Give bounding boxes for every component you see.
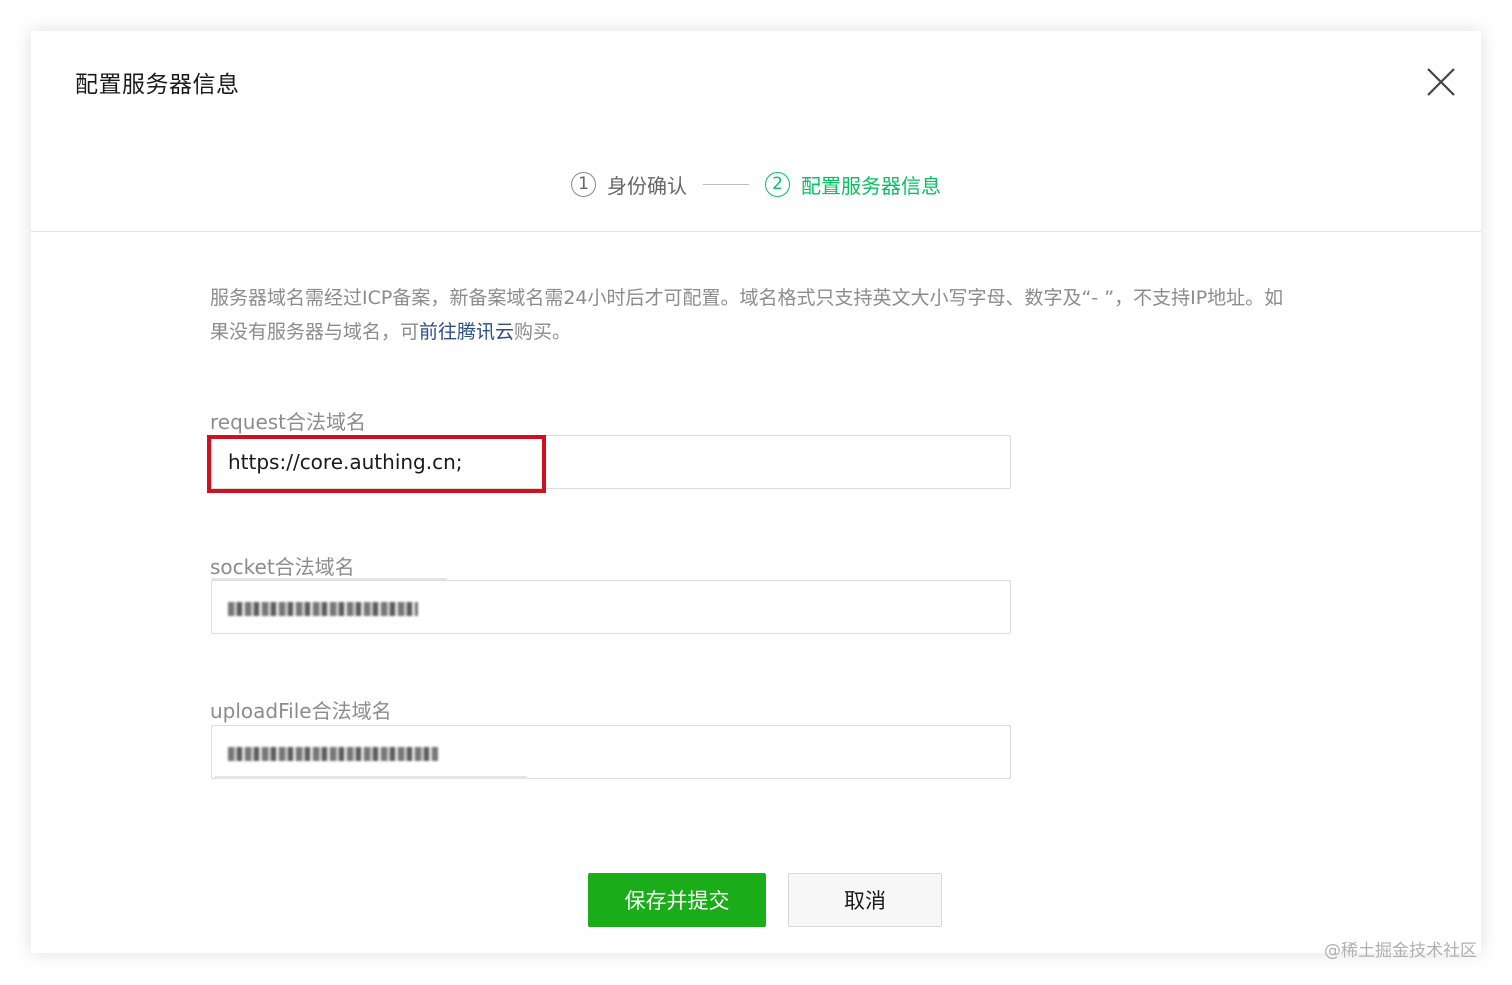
dialog-title: 配置服务器信息 [75,72,240,98]
input-underline [215,776,527,779]
step-identity: 1 身份确认 [571,170,687,199]
redacted-value [228,601,418,616]
socket-domain-label: socket合法域名 [210,555,355,579]
config-server-dialog: 配置服务器信息 1 身份确认 2 配置服务器信息 服务器域名需经过ICP备案，新… [31,31,1481,953]
step-label: 身份确认 [607,173,687,198]
step-connector [703,183,749,185]
request-domain-label: request合法域名 [210,410,367,434]
steps-indicator: 1 身份确认 2 配置服务器信息 [571,168,941,200]
highlight-box [207,435,546,493]
tencent-cloud-link[interactable]: 前往腾讯云 [419,321,514,343]
domain-notice: 服务器域名需经过ICP备案，新备案域名需24小时后才可配置。域名格式只支持英文大… [210,281,1290,349]
save-submit-button[interactable]: 保存并提交 [588,873,766,927]
watermark-text: @稀土掘金技术社区 [1324,941,1477,961]
step-number: 2 [765,171,790,197]
uploadfile-domain-input[interactable] [211,725,1011,779]
cancel-button[interactable]: 取消 [788,873,942,927]
close-icon[interactable] [1424,65,1458,99]
socket-domain-input[interactable] [211,580,1011,634]
uploadfile-domain-label: uploadFile合法域名 [210,699,392,723]
notice-text-end: 购买。 [514,321,572,343]
step-label: 配置服务器信息 [801,173,941,198]
notice-text: 服务器域名需经过ICP备案，新备案域名需24小时后才可配置。域名格式只支持英文大… [210,287,1284,343]
step-number: 1 [571,171,596,197]
header-divider [31,231,1481,232]
redacted-value [228,746,438,761]
step-config: 2 配置服务器信息 [765,170,941,199]
